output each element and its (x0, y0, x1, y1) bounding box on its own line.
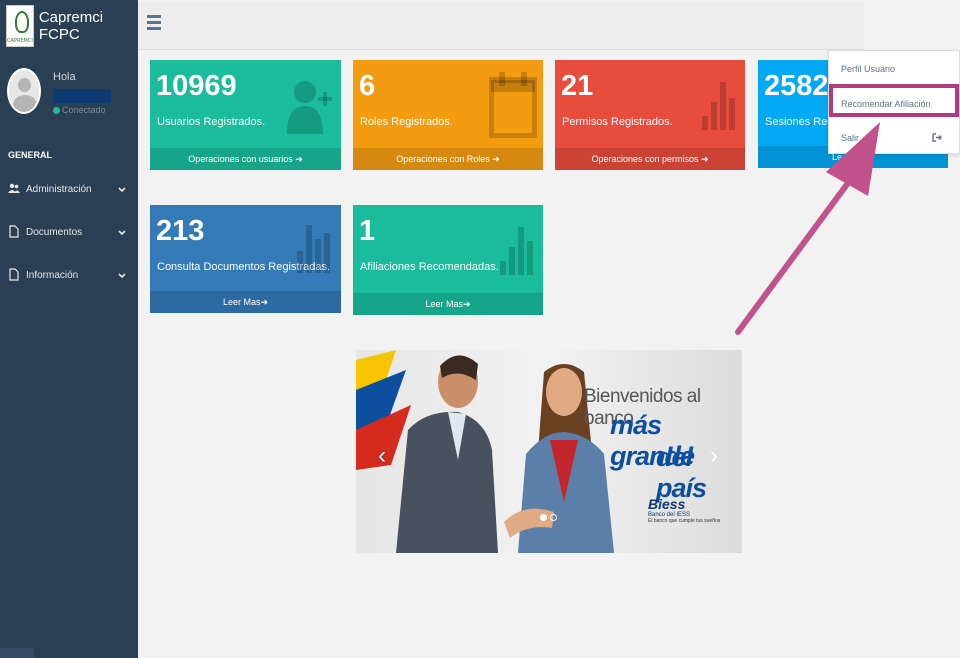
brand-title[interactable]: Capremci FCPC (39, 9, 138, 43)
tile-afiliaciones: 1 Afiliaciones Recomendadas. Leer Mas➜ (353, 205, 543, 315)
annotation-highlight-box (829, 84, 959, 117)
tile-footer-link[interactable]: Operaciones con usuarios ➜ (150, 148, 341, 170)
tile-label: Afiliaciones Recomendadas. (360, 261, 499, 273)
sign-out-icon (932, 133, 942, 144)
footer-label: Operaciones con permisos (591, 154, 699, 164)
tile-label: Permisos Registrados. (562, 116, 673, 128)
tile-footer-link[interactable]: Leer Mas➜ (353, 293, 543, 315)
footer-label: Operaciones con usuarios (188, 154, 293, 164)
sidebar-footer-button[interactable] (0, 648, 34, 658)
carousel-indicators[interactable] (540, 514, 560, 521)
tile-label: Roles Registrados. (360, 116, 453, 128)
logo-text: CAPREMCI (7, 38, 33, 44)
tile-value: 6 (359, 70, 376, 102)
status-label: Conectado (62, 105, 106, 115)
arrow-circle-right-icon: ➜ (260, 297, 269, 307)
add-user-icon (287, 81, 332, 134)
tile-footer-link[interactable]: Operaciones con permisos ➜ (555, 148, 745, 170)
biess-logo-tagline: El banco que cumple tus sueños (648, 518, 721, 524)
tile-roles: 6 Roles Registrados. Operaciones con Rol… (353, 60, 543, 170)
profile-panel: Hola Conectado (0, 52, 138, 142)
bar-chart-icon (702, 80, 738, 130)
avatar (7, 68, 41, 114)
calendar-icon (489, 72, 537, 138)
tile-permisos: 21 Permisos Registrados. Operaciones con… (555, 60, 745, 170)
logo-mark-icon (15, 11, 29, 33)
carousel-next-icon[interactable]: › (710, 442, 718, 470)
profile-info: Hola Conectado (53, 71, 111, 115)
chevron-down-icon (118, 271, 126, 281)
arrow-circle-right-icon: ➜ (462, 299, 471, 309)
arrow-circle-right-icon: ➜ (492, 154, 500, 164)
man-photo (396, 355, 498, 553)
banner-text-line3: del país (656, 442, 707, 503)
bar-chart-icon (500, 225, 536, 275)
footer-label: Leer Mas (425, 299, 463, 309)
dropdown-item-salir[interactable]: Salir (829, 133, 959, 143)
users-icon (8, 183, 20, 197)
chevron-down-icon (118, 185, 126, 195)
sidebar-item-administracion[interactable]: Administración (0, 168, 138, 211)
dropdown-item-label: Salir (841, 133, 860, 143)
top-navbar (138, 2, 864, 50)
brand[interactable]: CAPREMCI Capremci FCPC (0, 0, 138, 52)
bar-chart-icon (297, 223, 333, 273)
arrow-circle-right-icon: ➜ (701, 154, 709, 164)
online-dot-icon (53, 106, 60, 114)
sidebar-item-label: Documentos (26, 227, 83, 238)
tile-value: 213 (156, 215, 205, 247)
tile-value: 21 (561, 70, 594, 102)
footer-label: Operaciones con Roles (396, 154, 490, 164)
arrow-circle-right-icon: ➜ (295, 154, 303, 164)
biess-logo-name: Biess (648, 496, 686, 512)
user-name-redacted (53, 89, 111, 103)
sidebar: CAPREMCI Capremci FCPC Hola Conectado GE… (0, 0, 138, 658)
section-label: GENERAL (8, 150, 53, 160)
dropdown-item-perfil[interactable]: Perfil Usuario (829, 64, 959, 74)
tile-value: 1 (359, 215, 376, 247)
sidebar-item-label: Administración (26, 184, 92, 195)
greeting: Hola (53, 71, 76, 83)
capremci-logo: CAPREMCI (6, 5, 34, 47)
tile-label: Usuarios Registrados. (157, 116, 266, 128)
file-icon (8, 224, 20, 241)
dropdown-item-label: Perfil Usuario (841, 64, 896, 74)
status: Conectado (53, 105, 111, 115)
sidebar-item-documentos[interactable]: Documentos (0, 211, 138, 254)
sidebar-item-label: Información (26, 270, 79, 281)
footer-label: Leer Mas (222, 297, 261, 307)
biess-logo: Biess Banco del IESS El banco que cumple… (648, 496, 720, 524)
sidebar-item-informacion[interactable]: Información (0, 254, 138, 297)
tile-footer-link[interactable]: Operaciones con Roles ➜ (353, 148, 543, 170)
banner-carousel: Bienvenidos al banco más grande del país… (356, 350, 742, 553)
tile-documentos: 213 Consulta Documentos Registradas. Lee… (150, 205, 341, 313)
tile-value: 2582 (764, 70, 829, 102)
carousel-prev-icon[interactable]: ‹ (378, 442, 386, 470)
tile-usuarios: 10969 Usuarios Registrados. Operaciones … (150, 60, 341, 170)
file-icon (8, 267, 20, 284)
carousel-dot[interactable] (550, 514, 557, 521)
tile-value: 10969 (156, 70, 237, 102)
tile-footer-link[interactable]: Leer Mas➜ (150, 291, 341, 313)
chevron-down-icon (118, 228, 126, 238)
carousel-dot[interactable] (540, 514, 547, 521)
menu-toggle-icon[interactable] (147, 15, 161, 31)
